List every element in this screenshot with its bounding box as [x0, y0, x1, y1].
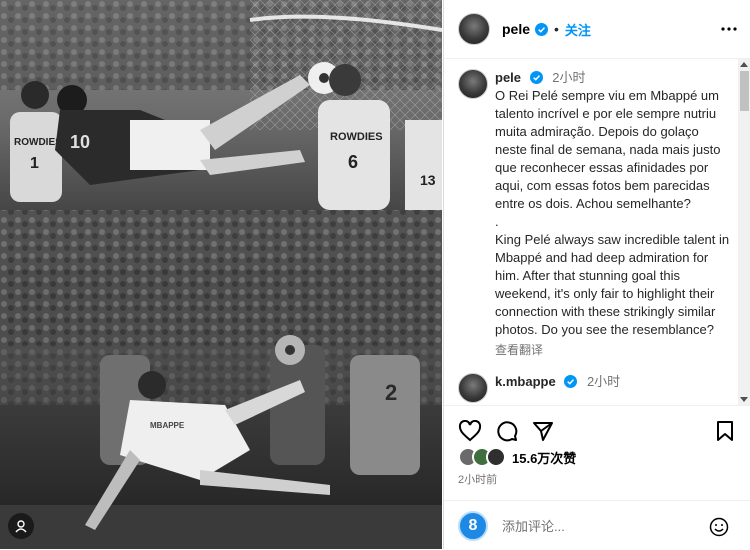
post-image[interactable]: ROWDIES 1 10 ROWDIES 6 13 2 MBAPPE	[0, 0, 442, 549]
caption: pele 2小时 O Rei Pelé sempre viu em Mbappé…	[444, 59, 750, 359]
verified-icon	[535, 22, 549, 36]
scroll-up-arrow[interactable]	[740, 62, 748, 67]
add-comment-input[interactable]: 添加评论...	[502, 516, 565, 535]
post-header: pele • 关注	[444, 0, 750, 59]
scroll-down-arrow[interactable]	[740, 397, 748, 402]
jersey-pele-number: 10	[70, 132, 90, 152]
comment-username[interactable]: k.mbappe	[495, 374, 556, 389]
caption-text-pt: O Rei Pelé sempre viu em Mbappé um talen…	[495, 88, 725, 211]
share-icon[interactable]	[532, 420, 554, 442]
jersey-left-number: 1	[30, 155, 39, 172]
post-panel: pele • 关注 pele 2小时 O Rei Pelé sempre viu…	[443, 0, 750, 549]
badge-icon: 8	[458, 510, 488, 541]
jersey-right-text: ROWDIES	[330, 131, 383, 143]
comment-time: 2小时	[586, 374, 621, 389]
scrollbar[interactable]	[738, 59, 750, 405]
liker-avatar	[486, 447, 506, 467]
caption-avatar[interactable]	[458, 69, 488, 99]
jersey-left-text: ROWDIES	[14, 137, 62, 148]
avatar[interactable]	[458, 13, 490, 45]
post-photo-collage: ROWDIES 1 10 ROWDIES 6 13 2 MBAPPE	[0, 0, 442, 549]
verified-icon	[564, 375, 578, 388]
heart-icon[interactable]	[458, 420, 482, 442]
post-time: 2小时前	[458, 474, 498, 486]
separator-dot: •	[554, 21, 559, 37]
more-icon[interactable]	[721, 21, 737, 37]
comment-item: k.mbappe 2小时	[444, 359, 750, 403]
emoji-icon[interactable]	[709, 517, 729, 537]
shirt-number-defender: 2	[385, 380, 397, 405]
shirt-mbappe-name: MBAPPE	[150, 421, 185, 430]
likes-row[interactable]: 15.6万次赞	[458, 447, 576, 467]
scrollbar-thumb[interactable]	[740, 71, 749, 111]
comment-avatar[interactable]	[458, 373, 488, 403]
see-translation-link[interactable]: 查看翻译	[495, 341, 733, 359]
caption-separator: .	[495, 214, 499, 229]
jersey-far-right-number: 13	[420, 172, 436, 188]
comments-list[interactable]: pele 2小时 O Rei Pelé sempre viu em Mbappé…	[444, 59, 750, 405]
verified-icon	[529, 71, 543, 84]
caption-username[interactable]: pele	[495, 70, 521, 85]
story-icon[interactable]	[8, 513, 34, 539]
likes-count[interactable]: 15.6万次赞	[512, 448, 576, 467]
caption-text-en: King Pelé always saw incredible talent i…	[495, 232, 733, 337]
comment-icon[interactable]	[496, 420, 518, 442]
caption-time: 2小时	[552, 70, 586, 85]
post-username[interactable]: pele	[502, 21, 530, 37]
follow-button[interactable]: 关注	[565, 20, 591, 39]
jersey-right-number: 6	[348, 152, 358, 172]
bookmark-icon[interactable]	[716, 420, 734, 442]
add-comment-bar: 8 添加评论...	[444, 500, 750, 550]
